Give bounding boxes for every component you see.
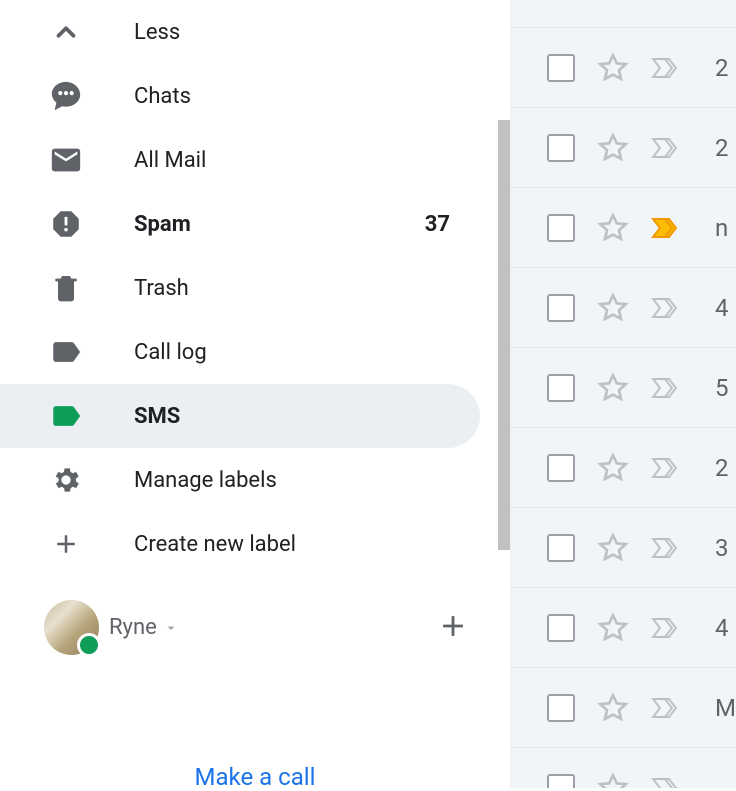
message-row-partial bbox=[511, 0, 736, 28]
important-icon[interactable] bbox=[651, 54, 687, 82]
important-icon[interactable] bbox=[651, 694, 687, 722]
make-call-section: Make a call bbox=[0, 763, 510, 791]
make-call-link[interactable]: Make a call bbox=[195, 763, 316, 791]
checkbox[interactable] bbox=[547, 694, 575, 722]
star-icon[interactable] bbox=[597, 132, 629, 164]
message-sender: 2 bbox=[715, 454, 729, 482]
message-row[interactable]: 4 bbox=[511, 588, 736, 668]
avatar[interactable] bbox=[44, 600, 99, 655]
important-icon[interactable] bbox=[651, 214, 687, 242]
message-sender: 2 bbox=[715, 54, 729, 82]
checkbox[interactable] bbox=[547, 134, 575, 162]
spam-icon bbox=[48, 206, 84, 242]
message-row[interactable]: n bbox=[511, 188, 736, 268]
mail-icon bbox=[48, 142, 84, 178]
sidebar-item-label: All Mail bbox=[134, 148, 206, 173]
message-row[interactable]: 3 bbox=[511, 508, 736, 588]
checkbox[interactable] bbox=[547, 774, 575, 789]
profile-name[interactable]: Ryne bbox=[109, 615, 179, 640]
scrollbar-thumb[interactable] bbox=[498, 120, 510, 550]
sidebar-item-label: Call log bbox=[134, 340, 207, 365]
checkbox[interactable] bbox=[547, 534, 575, 562]
checkbox[interactable] bbox=[547, 294, 575, 322]
checkbox[interactable] bbox=[547, 454, 575, 482]
sidebar-item-label: Manage labels bbox=[134, 468, 277, 493]
important-icon[interactable] bbox=[651, 534, 687, 562]
message-sender: 4 bbox=[715, 614, 729, 642]
star-icon[interactable] bbox=[597, 372, 629, 404]
sidebar-item-allmail[interactable]: All Mail bbox=[0, 128, 480, 192]
sidebar-item-label: Create new label bbox=[134, 532, 296, 557]
add-contact-button[interactable] bbox=[436, 609, 470, 647]
sidebar-item-label: SMS bbox=[134, 404, 180, 429]
sidebar-item-label: Spam bbox=[134, 212, 191, 237]
sidebar: Less Chats All Mail Spam 37 Trash bbox=[0, 0, 510, 788]
chevron-down-icon bbox=[163, 620, 179, 636]
gear-icon bbox=[48, 462, 84, 498]
profile-name-text: Ryne bbox=[109, 615, 157, 640]
sidebar-item-calllog[interactable]: Call log bbox=[0, 320, 480, 384]
important-icon[interactable] bbox=[651, 774, 687, 789]
sidebar-item-sms[interactable]: SMS bbox=[0, 384, 480, 448]
label-icon bbox=[48, 398, 84, 434]
message-sender: M bbox=[715, 694, 736, 722]
chat-icon bbox=[48, 78, 84, 114]
star-icon[interactable] bbox=[597, 452, 629, 484]
message-sender: 3 bbox=[715, 534, 729, 562]
message-row[interactable]: 2 bbox=[511, 428, 736, 508]
message-row[interactable] bbox=[511, 748, 736, 788]
star-icon[interactable] bbox=[597, 692, 629, 724]
scrollbar[interactable] bbox=[498, 120, 510, 550]
star-icon[interactable] bbox=[597, 612, 629, 644]
message-row[interactable]: M bbox=[511, 668, 736, 748]
sidebar-item-label: Trash bbox=[134, 276, 189, 301]
chevron-up-icon bbox=[48, 14, 84, 50]
checkbox[interactable] bbox=[547, 614, 575, 642]
important-icon[interactable] bbox=[651, 614, 687, 642]
message-sender: 5 bbox=[715, 374, 729, 402]
important-icon[interactable] bbox=[651, 454, 687, 482]
star-icon[interactable] bbox=[597, 292, 629, 324]
star-icon[interactable] bbox=[597, 772, 629, 789]
sidebar-item-spam[interactable]: Spam 37 bbox=[0, 192, 480, 256]
star-icon[interactable] bbox=[597, 52, 629, 84]
message-row[interactable]: 5 bbox=[511, 348, 736, 428]
sidebar-item-trash[interactable]: Trash bbox=[0, 256, 480, 320]
sidebar-item-managelabels[interactable]: Manage labels bbox=[0, 448, 480, 512]
message-sender: 2 bbox=[715, 134, 729, 162]
message-row[interactable]: 2 bbox=[511, 28, 736, 108]
message-row[interactable]: 4 bbox=[511, 268, 736, 348]
nav-list: Less Chats All Mail Spam 37 Trash bbox=[0, 0, 510, 576]
message-sender: 4 bbox=[715, 294, 729, 322]
sidebar-item-chats[interactable]: Chats bbox=[0, 64, 480, 128]
checkbox[interactable] bbox=[547, 54, 575, 82]
important-icon[interactable] bbox=[651, 134, 687, 162]
important-icon[interactable] bbox=[651, 294, 687, 322]
checkbox[interactable] bbox=[547, 374, 575, 402]
checkbox[interactable] bbox=[547, 214, 575, 242]
message-row[interactable]: 2 bbox=[511, 108, 736, 188]
sidebar-item-createlabel[interactable]: Create new label bbox=[0, 512, 480, 576]
spam-count: 37 bbox=[425, 212, 450, 237]
important-icon[interactable] bbox=[651, 374, 687, 402]
message-list: 2 2 n 4 bbox=[510, 0, 736, 788]
sidebar-item-label: Less bbox=[134, 20, 180, 45]
label-icon bbox=[48, 334, 84, 370]
message-sender: n bbox=[715, 214, 728, 242]
trash-icon bbox=[48, 270, 84, 306]
plus-icon bbox=[48, 526, 84, 562]
star-icon[interactable] bbox=[597, 212, 629, 244]
sidebar-item-label: Chats bbox=[134, 84, 191, 109]
star-icon[interactable] bbox=[597, 532, 629, 564]
profile-row: Ryne bbox=[0, 582, 510, 673]
sidebar-item-less[interactable]: Less bbox=[0, 0, 480, 64]
